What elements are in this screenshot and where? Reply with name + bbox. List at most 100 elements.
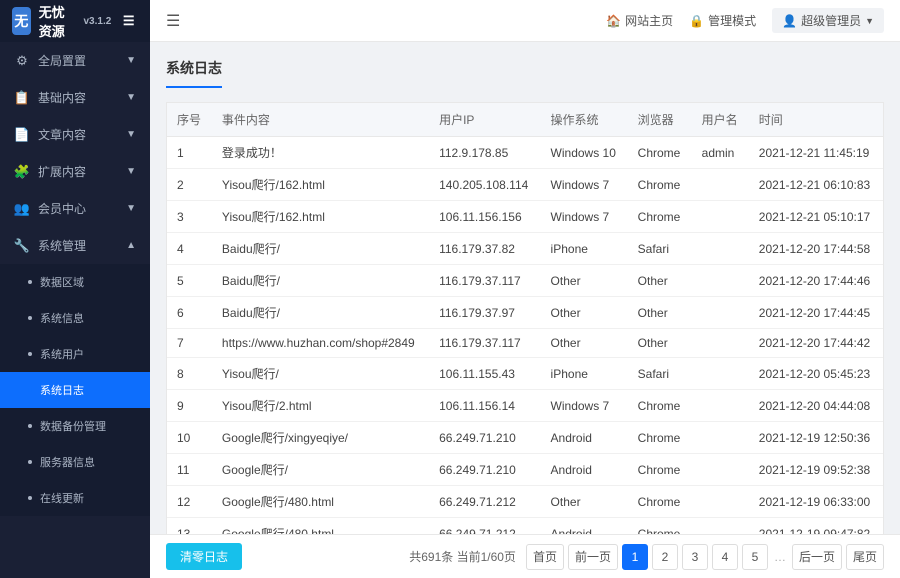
cell-ip: 116.179.37.117 xyxy=(429,265,540,297)
chevron-down-icon: ▼ xyxy=(126,55,136,66)
logo-icon: 无 xyxy=(12,7,31,35)
cell-time: 2021-12-20 04:44:08 xyxy=(749,390,883,422)
cell-user xyxy=(692,518,749,535)
page-4-button[interactable]: 4 xyxy=(712,544,738,570)
cell-id: 3 xyxy=(167,201,212,233)
user-name-label: 超级管理员 xyxy=(801,12,861,29)
cell-browser: Safari xyxy=(628,233,692,265)
sidebar-item-ext[interactable]: 🧩 扩展内容 ▼ xyxy=(0,153,150,190)
sidebar-item-datazone[interactable]: 数据区域 xyxy=(0,264,150,300)
sidebar-item-serverinfo[interactable]: 服务器信息 xyxy=(0,444,150,480)
cell-ip: 112.9.178.85 xyxy=(429,137,540,169)
sidebar-item-basic[interactable]: 📋 基础内容 ▼ xyxy=(0,79,150,116)
topbar-toggle-button[interactable]: ☰ xyxy=(166,11,180,31)
cell-time: 2021-12-21 06:10:83 xyxy=(749,169,883,201)
sidebar-item-sysuser-label: 系统用户 xyxy=(40,346,84,362)
cell-event: Baidu爬行/ xyxy=(212,233,429,265)
sidebar-item-syslog[interactable]: 系统日志 xyxy=(0,372,150,408)
cell-os: Other xyxy=(541,329,628,358)
cell-event: 登录成功！ xyxy=(212,137,429,169)
cell-ip: 116.179.37.117 xyxy=(429,329,540,358)
page-3-button[interactable]: 3 xyxy=(682,544,708,570)
cell-os: Other xyxy=(541,297,628,329)
page-2-button[interactable]: 2 xyxy=(652,544,678,570)
table-row: 12 Google爬行/480.html 66.249.71.212 Other… xyxy=(167,486,883,518)
cell-browser: Safari xyxy=(628,358,692,390)
cell-ip: 66.249.71.212 xyxy=(429,518,540,535)
home-icon: ⚙ xyxy=(14,53,30,69)
cell-time: 2021-12-20 17:44:58 xyxy=(749,233,883,265)
cell-event: Google爬行/xingyeqiye/ xyxy=(212,422,429,454)
cell-event: Google爬行/ xyxy=(212,454,429,486)
cell-id: 8 xyxy=(167,358,212,390)
cell-browser: Other xyxy=(628,265,692,297)
first-page-button[interactable]: 首页 xyxy=(526,544,564,570)
sidebar-item-ext-label: 扩展内容 xyxy=(38,163,86,180)
user-icon: 👤 xyxy=(782,14,797,28)
clear-log-button[interactable]: 清零日志 xyxy=(166,543,242,570)
sidebar-item-sysuser[interactable]: 系统用户 xyxy=(0,336,150,372)
sidebar-item-databackup[interactable]: 数据备份管理 xyxy=(0,408,150,444)
cell-os: Android xyxy=(541,422,628,454)
page-5-button[interactable]: 5 xyxy=(742,544,768,570)
basic-icon: 📋 xyxy=(14,90,30,106)
sidebar-item-home[interactable]: ⚙ 全局置置 ▼ xyxy=(0,42,150,79)
sidebar-item-update[interactable]: 在线更新 xyxy=(0,480,150,516)
sidebar-item-datazone-label: 数据区域 xyxy=(40,274,84,290)
cell-time: 2021-12-21 05:10:17 xyxy=(749,201,883,233)
prev-page-button[interactable]: 前一页 xyxy=(568,544,618,570)
member-icon: 👥 xyxy=(14,201,30,217)
user-menu[interactable]: 👤 超级管理员 ▼ xyxy=(772,8,884,33)
manager-link[interactable]: 🔒 管理模式 xyxy=(689,12,756,29)
cell-user xyxy=(692,169,749,201)
pagination-dots: … xyxy=(772,550,788,564)
hamburger-icon: ☰ xyxy=(123,13,135,29)
sidebar-item-sysmgr-label: 系统管理 xyxy=(38,237,86,254)
cell-browser: Chrome xyxy=(628,518,692,535)
sidebar-item-member[interactable]: 👥 会员中心 ▼ xyxy=(0,190,150,227)
last-page-button[interactable]: 尾页 xyxy=(846,544,884,570)
col-event: 事件内容 xyxy=(212,103,429,137)
cell-event: Yisou爬行/ xyxy=(212,358,429,390)
cell-os: Windows 7 xyxy=(541,169,628,201)
cell-id: 1 xyxy=(167,137,212,169)
next-page-button[interactable]: 后一页 xyxy=(792,544,842,570)
cell-os: Windows 7 xyxy=(541,390,628,422)
col-browser: 浏览器 xyxy=(628,103,692,137)
col-os: 操作系统 xyxy=(541,103,628,137)
cell-ip: 140.205.108.114 xyxy=(429,169,540,201)
table-row: 8 Yisou爬行/ 106.11.155.43 iPhone Safari 2… xyxy=(167,358,883,390)
table-row: 5 Baidu爬行/ 116.179.37.117 Other Other 20… xyxy=(167,265,883,297)
sidebar-toggle-button[interactable]: ☰ xyxy=(119,7,138,35)
chevron-down-icon: ▼ xyxy=(126,166,136,177)
cell-ip: 66.249.71.210 xyxy=(429,454,540,486)
cell-user xyxy=(692,454,749,486)
sidebar-item-update-label: 在线更新 xyxy=(40,490,84,506)
cell-browser: Other xyxy=(628,329,692,358)
cell-time: 2021-12-20 17:44:45 xyxy=(749,297,883,329)
cell-id: 2 xyxy=(167,169,212,201)
cell-user xyxy=(692,265,749,297)
cell-browser: Chrome xyxy=(628,169,692,201)
sidebar-item-basic-label: 基础内容 xyxy=(38,89,86,106)
doc-icon: 📄 xyxy=(14,127,30,143)
sidebar-item-doc-label: 文章内容 xyxy=(38,126,86,143)
table-row: 6 Baidu爬行/ 116.179.37.97 Other Other 202… xyxy=(167,297,883,329)
page-1-button[interactable]: 1 xyxy=(622,544,648,570)
cell-user xyxy=(692,390,749,422)
cell-os: iPhone xyxy=(541,233,628,265)
cell-event: Google爬行/480.html xyxy=(212,518,429,535)
main-area: ☰ 🏠 网站主页 🔒 管理模式 👤 超级管理员 ▼ 系统日志 xyxy=(150,0,900,578)
cell-id: 11 xyxy=(167,454,212,486)
cell-os: Android xyxy=(541,518,628,535)
cell-os: Android xyxy=(541,454,628,486)
website-link[interactable]: 🏠 网站主页 xyxy=(606,12,673,29)
sys-icon: 🔧 xyxy=(14,238,30,254)
sidebar-item-doc[interactable]: 📄 文章内容 ▼ xyxy=(0,116,150,153)
manager-link-label: 管理模式 xyxy=(708,12,756,29)
col-user: 用户名 xyxy=(692,103,749,137)
sidebar-item-sysinfo[interactable]: 系统信息 xyxy=(0,300,150,336)
sidebar-item-sysmgr[interactable]: 🔧 系统管理 ▲ xyxy=(0,227,150,264)
bottom-bar: 清零日志 共691条 当前1/60页 首页 前一页 1 2 3 4 5 … 后一… xyxy=(150,534,900,578)
cell-user xyxy=(692,297,749,329)
